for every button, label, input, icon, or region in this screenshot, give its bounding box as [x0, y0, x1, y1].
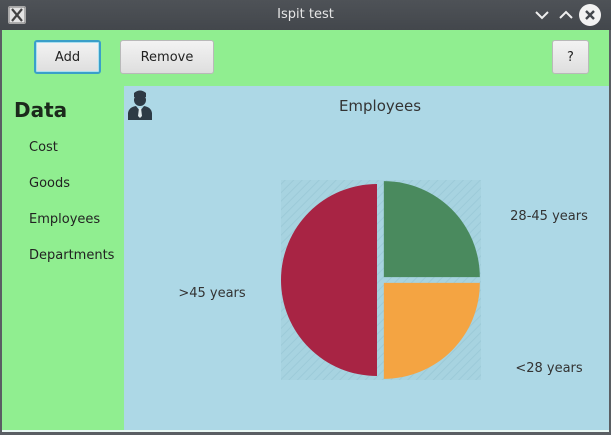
slice-label: 28-45 years: [510, 209, 588, 224]
sidebar-item-goods[interactable]: Goods: [29, 176, 70, 191]
title-bar: Ispit test: [0, 0, 611, 30]
minimize-icon[interactable]: [532, 5, 552, 25]
sidebar-item-departments[interactable]: Departments: [29, 248, 114, 263]
remove-button[interactable]: Remove: [120, 40, 214, 74]
help-button[interactable]: ?: [552, 40, 589, 74]
chart-panel: Employees 28-45 years <28 years >45 years: [124, 86, 609, 430]
sidebar: Data Cost Goods Employees Departments: [2, 86, 124, 430]
maximize-icon[interactable]: [556, 5, 576, 25]
sidebar-title: Data: [14, 98, 68, 122]
employee-icon: [127, 89, 153, 121]
slice-label: >45 years: [178, 286, 246, 301]
sidebar-item-cost[interactable]: Cost: [29, 140, 58, 155]
pie-chart: Employees 28-45 years <28 years >45 years: [178, 97, 588, 380]
status-strip: [2, 430, 609, 432]
window-title: Ispit test: [277, 7, 334, 22]
close-icon[interactable]: [579, 4, 601, 26]
slice-label: <28 years: [515, 361, 583, 376]
sidebar-item-employees[interactable]: Employees: [29, 212, 100, 227]
chart-title: Employees: [339, 97, 421, 115]
add-button[interactable]: Add: [34, 40, 101, 74]
main-window: Add Remove ? Data Cost Goods Employees D…: [2, 30, 609, 432]
